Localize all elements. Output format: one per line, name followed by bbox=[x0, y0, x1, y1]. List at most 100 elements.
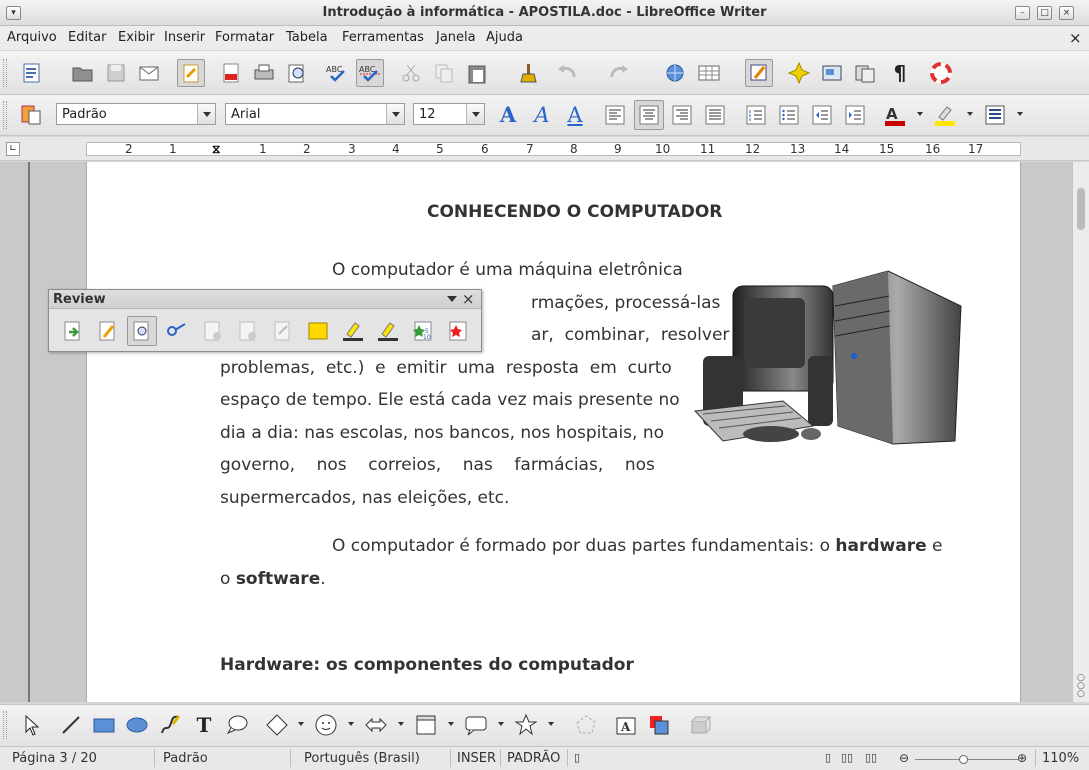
redo-icon[interactable] bbox=[607, 61, 631, 85]
basic-shapes-dropdown-icon[interactable] bbox=[298, 722, 304, 726]
page-navigation-icon[interactable]: ○ ○ ○ bbox=[1077, 674, 1085, 699]
ellipse-icon[interactable] bbox=[125, 713, 149, 737]
page-count[interactable]: Página 3 / 20 bbox=[12, 751, 97, 766]
maximize-button[interactable]: □ bbox=[1037, 6, 1052, 20]
font-size-combo[interactable]: 12 bbox=[413, 103, 485, 125]
menu-tabela[interactable]: Tabela bbox=[286, 30, 328, 45]
spellcheck-icon[interactable]: ABC bbox=[325, 61, 349, 85]
email-icon[interactable] bbox=[137, 61, 161, 85]
extrusion-icon[interactable] bbox=[688, 713, 712, 737]
zoom-slider-handle[interactable] bbox=[959, 755, 968, 764]
selection-mode[interactable]: PADRÃO bbox=[507, 751, 560, 766]
vertical-scrollbar[interactable]: ○ ○ ○ bbox=[1072, 162, 1089, 702]
justify-icon[interactable] bbox=[703, 103, 727, 127]
select-arrow-icon[interactable] bbox=[20, 713, 44, 737]
single-page-view-icon[interactable]: ▯ bbox=[825, 751, 831, 764]
points-icon[interactable] bbox=[574, 713, 598, 737]
basic-shapes-icon[interactable] bbox=[265, 713, 289, 737]
close-window-button[interactable]: × bbox=[1059, 6, 1074, 20]
paste-icon[interactable] bbox=[465, 61, 489, 85]
symbol-shapes-icon[interactable] bbox=[314, 713, 338, 737]
minimize-button[interactable]: – bbox=[1015, 6, 1030, 20]
rectangle-icon[interactable] bbox=[92, 713, 116, 737]
paragraph-style-combo[interactable]: Padrão bbox=[56, 103, 216, 125]
record-changes-icon[interactable] bbox=[96, 319, 120, 343]
show-draw-functions-icon[interactable] bbox=[745, 59, 773, 87]
tab-stop-selector[interactable]: ∟ bbox=[6, 142, 20, 156]
review-toolbar-titlebar[interactable]: Review × bbox=[49, 290, 481, 309]
align-right-icon[interactable] bbox=[670, 103, 694, 127]
horizontal-ruler[interactable]: ∟ 2 1 ⧖ 1 2 3 4 5 6 7 8 9 10 11 12 13 14… bbox=[0, 137, 1089, 161]
gallery-icon[interactable] bbox=[820, 61, 844, 85]
block-arrows-dropdown-icon[interactable] bbox=[398, 722, 404, 726]
data-sources-icon[interactable] bbox=[853, 61, 877, 85]
help-icon[interactable] bbox=[929, 61, 953, 85]
scrollbar-thumb[interactable] bbox=[1077, 188, 1085, 230]
open-folder-icon[interactable] bbox=[71, 61, 95, 85]
comment-icon[interactable] bbox=[306, 319, 330, 343]
protect-changes-icon[interactable] bbox=[164, 319, 188, 343]
merge-document-icon[interactable] bbox=[446, 319, 470, 343]
clone-formatting-icon[interactable] bbox=[516, 61, 540, 85]
copy-icon[interactable] bbox=[432, 61, 456, 85]
numbering-icon[interactable] bbox=[744, 103, 768, 127]
show-changes-icon[interactable] bbox=[127, 316, 157, 346]
table-icon[interactable] bbox=[697, 61, 721, 85]
fontwork-gallery-icon[interactable]: A bbox=[614, 713, 638, 737]
font-color-dropdown-icon[interactable] bbox=[917, 112, 923, 116]
flowcharts-icon[interactable] bbox=[414, 713, 438, 737]
decrease-indent-icon[interactable] bbox=[810, 103, 834, 127]
close-document-icon[interactable]: × bbox=[1069, 29, 1082, 47]
compare-document-icon[interactable] bbox=[376, 319, 400, 343]
new-document-icon[interactable] bbox=[20, 61, 44, 85]
chevron-down-icon[interactable] bbox=[466, 104, 484, 124]
menu-arquivo[interactable]: Arquivo bbox=[7, 30, 57, 45]
zoom-level[interactable]: 110% bbox=[1042, 751, 1079, 766]
indent-marker-icon[interactable]: ⧖ bbox=[212, 142, 220, 157]
align-center-icon[interactable] bbox=[634, 100, 664, 130]
background-color-dropdown-icon[interactable] bbox=[1017, 112, 1023, 116]
export-pdf-icon[interactable] bbox=[219, 61, 243, 85]
callout-shapes-dropdown-icon[interactable] bbox=[498, 722, 504, 726]
manage-changes-icon[interactable] bbox=[271, 319, 295, 343]
flowcharts-dropdown-icon[interactable] bbox=[448, 722, 454, 726]
undo-icon[interactable] bbox=[555, 61, 579, 85]
formatting-marks-icon[interactable]: ¶ bbox=[888, 61, 912, 85]
accept-change-icon[interactable] bbox=[201, 319, 225, 343]
toolbar-grip[interactable] bbox=[3, 711, 7, 739]
save-icon[interactable] bbox=[104, 61, 128, 85]
close-icon[interactable]: × bbox=[462, 290, 475, 308]
text-tool-icon[interactable]: T bbox=[192, 713, 216, 737]
toolbar-grip[interactable] bbox=[3, 59, 7, 87]
language[interactable]: Português (Brasil) bbox=[304, 751, 420, 766]
symbol-shapes-dropdown-icon[interactable] bbox=[348, 722, 354, 726]
print-icon[interactable] bbox=[252, 61, 276, 85]
toolbar-grip[interactable] bbox=[3, 101, 7, 129]
freeform-line-icon[interactable] bbox=[158, 713, 182, 737]
styles-formatting-icon[interactable] bbox=[19, 103, 43, 127]
stars-dropdown-icon[interactable] bbox=[548, 722, 554, 726]
bold-icon[interactable]: A bbox=[496, 103, 520, 127]
cut-icon[interactable] bbox=[399, 61, 423, 85]
zoom-out-icon[interactable]: ⊖ bbox=[899, 751, 909, 765]
computer-image[interactable] bbox=[693, 266, 963, 446]
chevron-down-icon[interactable] bbox=[197, 104, 215, 124]
document-page[interactable]: CONHECENDO O COMPUTADOR O computador é u… bbox=[86, 162, 1021, 702]
menu-formatar[interactable]: Formatar bbox=[215, 30, 274, 45]
block-arrows-icon[interactable] bbox=[364, 713, 388, 737]
from-file-icon[interactable] bbox=[647, 713, 671, 737]
stars-icon[interactable] bbox=[514, 713, 538, 737]
hyperlink-icon[interactable] bbox=[663, 61, 687, 85]
review-toolbar[interactable]: Review × 5 10 bbox=[48, 289, 482, 352]
navigator-icon[interactable] bbox=[787, 61, 811, 85]
zoom-in-icon[interactable]: ⊕ bbox=[1017, 751, 1027, 765]
next-change-icon[interactable] bbox=[61, 319, 85, 343]
line-icon[interactable] bbox=[59, 713, 83, 737]
reject-change-icon[interactable] bbox=[236, 319, 260, 343]
highlighting-dropdown-icon[interactable] bbox=[967, 112, 973, 116]
page-style[interactable]: Padrão bbox=[163, 751, 208, 766]
callouts-icon[interactable] bbox=[225, 713, 249, 737]
autospellcheck-icon[interactable]: ABC bbox=[356, 59, 384, 87]
align-left-icon[interactable] bbox=[603, 103, 627, 127]
highlighting-icon[interactable] bbox=[933, 103, 957, 127]
